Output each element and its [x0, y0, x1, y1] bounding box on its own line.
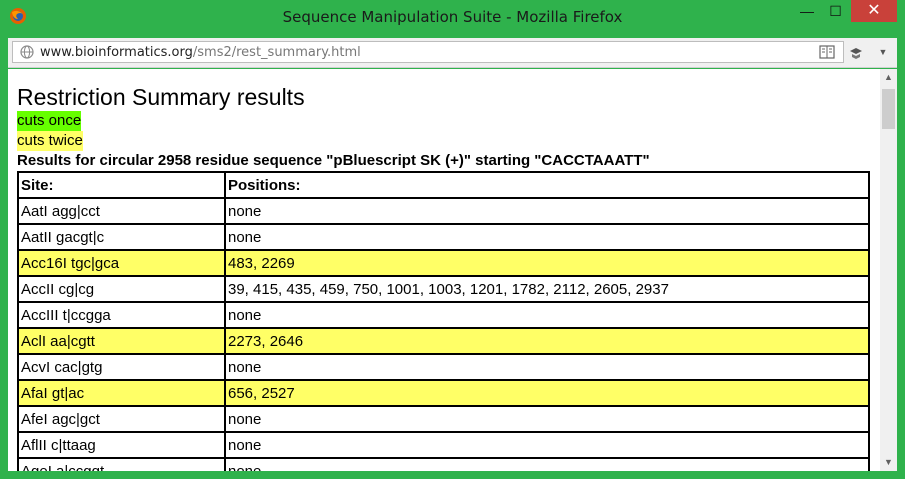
table-row: AflII c|ttaag none	[18, 432, 869, 458]
site-cell: AfeI agc|gct	[18, 406, 225, 432]
close-button[interactable]: ✕	[851, 0, 897, 22]
positions-cell: none	[225, 354, 869, 380]
site-cell: AatI agg|cct	[18, 198, 225, 224]
restriction-sites-table: Site: Positions: AatI agg|cct none AatII…	[17, 171, 870, 471]
site-cell: AfaI gt|ac	[18, 380, 225, 406]
table-row: AccIII t|ccgga none	[18, 302, 869, 328]
table-header-row: Site: Positions:	[18, 172, 869, 198]
url-domain: www.bioinformatics.org	[40, 45, 193, 60]
page-title: Restriction Summary results	[17, 84, 305, 110]
results-page: Restriction Summary results cuts once cu…	[17, 84, 872, 471]
legend-cuts-once: cuts once	[17, 111, 82, 131]
title-bar[interactable]: Sequence Manipulation Suite - Mozilla Fi…	[0, 0, 905, 34]
site-cell: AatII gacgt|c	[18, 224, 225, 250]
site-cell: AccII cg|cg	[18, 276, 225, 302]
table-row: AgeI a|ccggt none	[18, 458, 869, 471]
results-heading: Results for circular 2958 residue sequen…	[17, 152, 650, 169]
table-row: AcvI cac|gtg none	[18, 354, 869, 380]
scrollbar-thumb[interactable]	[882, 89, 895, 129]
table-row: AatII gacgt|c none	[18, 224, 869, 250]
window-title: Sequence Manipulation Suite - Mozilla Fi…	[282, 8, 623, 26]
vertical-scrollbar[interactable]: ▲ ▼	[880, 69, 897, 471]
url-text: www.bioinformatics.org/sms2/rest_summary…	[40, 45, 361, 60]
table-row: Acc16I tgc|gca 483, 2269	[18, 250, 869, 276]
site-cell: Acc16I tgc|gca	[18, 250, 225, 276]
column-header-positions: Positions:	[225, 172, 869, 198]
page-content: Restriction Summary results cuts once cu…	[8, 69, 897, 471]
legend-cuts-twice: cuts twice	[17, 131, 83, 151]
table-row: AfaI gt|ac 656, 2527	[18, 380, 869, 406]
table-row: AccII cg|cg 39, 415, 435, 459, 750, 1001…	[18, 276, 869, 302]
address-bar[interactable]: www.bioinformatics.org/sms2/rest_summary…	[12, 41, 844, 63]
scroll-down-icon[interactable]: ▼	[880, 454, 897, 471]
site-cell: AccIII t|ccgga	[18, 302, 225, 328]
positions-cell: 39, 415, 435, 459, 750, 1001, 1003, 1201…	[225, 276, 869, 302]
navigation-bar: www.bioinformatics.org/sms2/rest_summary…	[8, 38, 897, 68]
scroll-up-icon[interactable]: ▲	[880, 69, 897, 86]
maximize-button[interactable]: ☐	[822, 0, 849, 22]
site-cell: AflII c|ttaag	[18, 432, 225, 458]
site-cell: AcvI cac|gtg	[18, 354, 225, 380]
positions-cell: none	[225, 198, 869, 224]
positions-cell: none	[225, 406, 869, 432]
addon-icon[interactable]	[848, 45, 864, 61]
positions-cell: none	[225, 432, 869, 458]
table-row: AatI agg|cct none	[18, 198, 869, 224]
chevron-down-icon[interactable]: ▼	[876, 44, 890, 60]
positions-cell: 2273, 2646	[225, 328, 869, 354]
positions-cell: none	[225, 224, 869, 250]
positions-cell: none	[225, 302, 869, 328]
site-cell: AclI aa|cgtt	[18, 328, 225, 354]
positions-cell: none	[225, 458, 869, 471]
positions-cell: 656, 2527	[225, 380, 869, 406]
positions-cell: 483, 2269	[225, 250, 869, 276]
reader-view-icon[interactable]	[819, 45, 835, 59]
globe-icon	[20, 45, 34, 59]
browser-window: Sequence Manipulation Suite - Mozilla Fi…	[0, 0, 905, 479]
url-path: /sms2/rest_summary.html	[192, 45, 361, 60]
table-row: AclI aa|cgtt 2273, 2646	[18, 328, 869, 354]
column-header-site: Site:	[18, 172, 225, 198]
table-row: AfeI agc|gct none	[18, 406, 869, 432]
site-cell: AgeI a|ccggt	[18, 458, 225, 471]
minimize-button[interactable]: —	[793, 0, 821, 22]
